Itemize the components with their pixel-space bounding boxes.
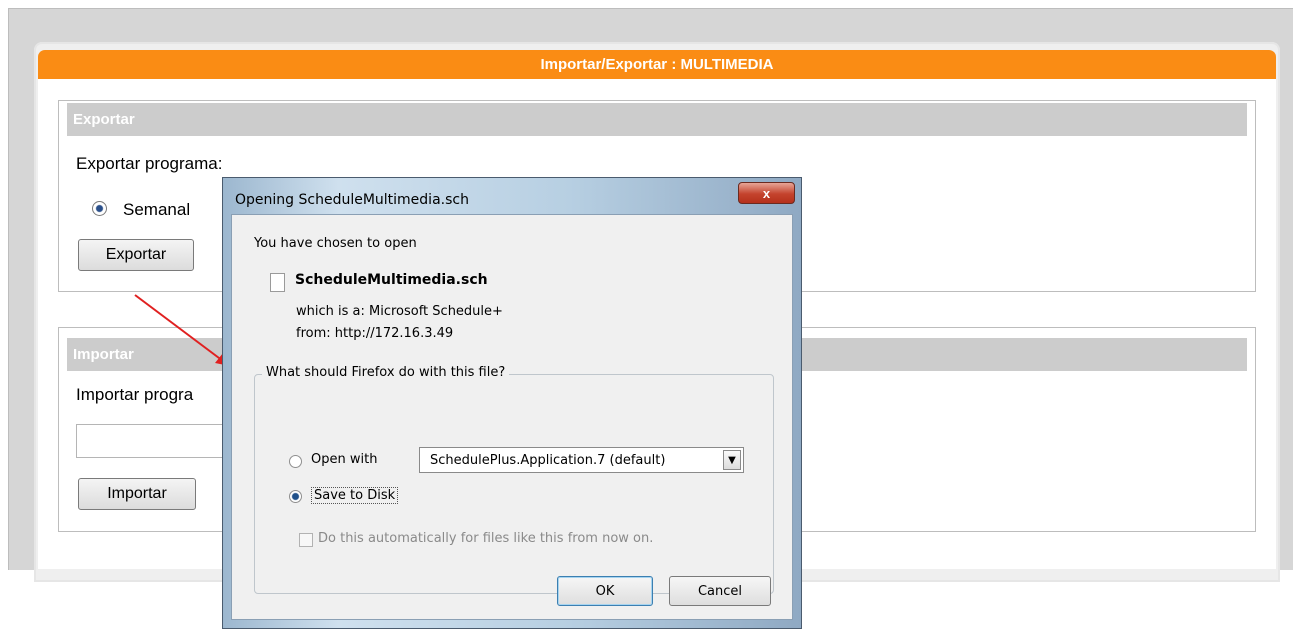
save-to-disk-radio[interactable] [289,490,302,503]
dialog-title: Opening ScheduleMultimedia.sch [235,192,469,208]
file-name: ScheduleMultimedia.sch [295,272,488,288]
intro-text: You have chosen to open [254,236,417,251]
file-source: from: http://172.16.3.49 [296,326,454,341]
weekly-radio[interactable] [92,201,107,216]
close-icon: x [762,185,771,201]
ok-button[interactable]: OK [557,576,653,606]
action-group-box [254,374,774,594]
chevron-down-icon[interactable]: ▼ [723,450,741,470]
open-with-radio[interactable] [289,455,302,468]
dialog-client-area: You have chosen to open ScheduleMultimed… [231,214,793,620]
close-button[interactable]: x [738,182,795,204]
panel-title: Importar/Exportar : MULTIMEDIA [38,50,1276,79]
open-with-label: Open with [311,452,378,467]
export-section-heading: Exportar [67,103,1247,136]
export-button[interactable]: Exportar [78,239,194,271]
weekly-radio-label: Semanal [123,200,191,219]
action-question: What should Firefox do with this file? [262,365,510,380]
open-with-value: SchedulePlus.Application.7 (default) [430,453,666,468]
cancel-button[interactable]: Cancel [669,576,771,606]
import-program-label: Importar progra [76,385,194,404]
auto-checkbox[interactable] [299,533,313,547]
open-with-select[interactable]: SchedulePlus.Application.7 (default) ▼ [419,447,744,473]
import-button[interactable]: Importar [78,478,196,510]
file-type: which is a: Microsoft Schedule+ [296,304,503,319]
save-to-disk-label: Save to Disk [311,487,399,504]
auto-checkbox-label: Do this automatically for files like thi… [318,531,654,546]
import-file-input[interactable] [76,424,228,458]
export-program-label: Exportar programa: [76,154,223,173]
file-download-dialog: Opening ScheduleMultimedia.sch x You hav… [222,177,802,629]
document-icon [270,273,285,292]
